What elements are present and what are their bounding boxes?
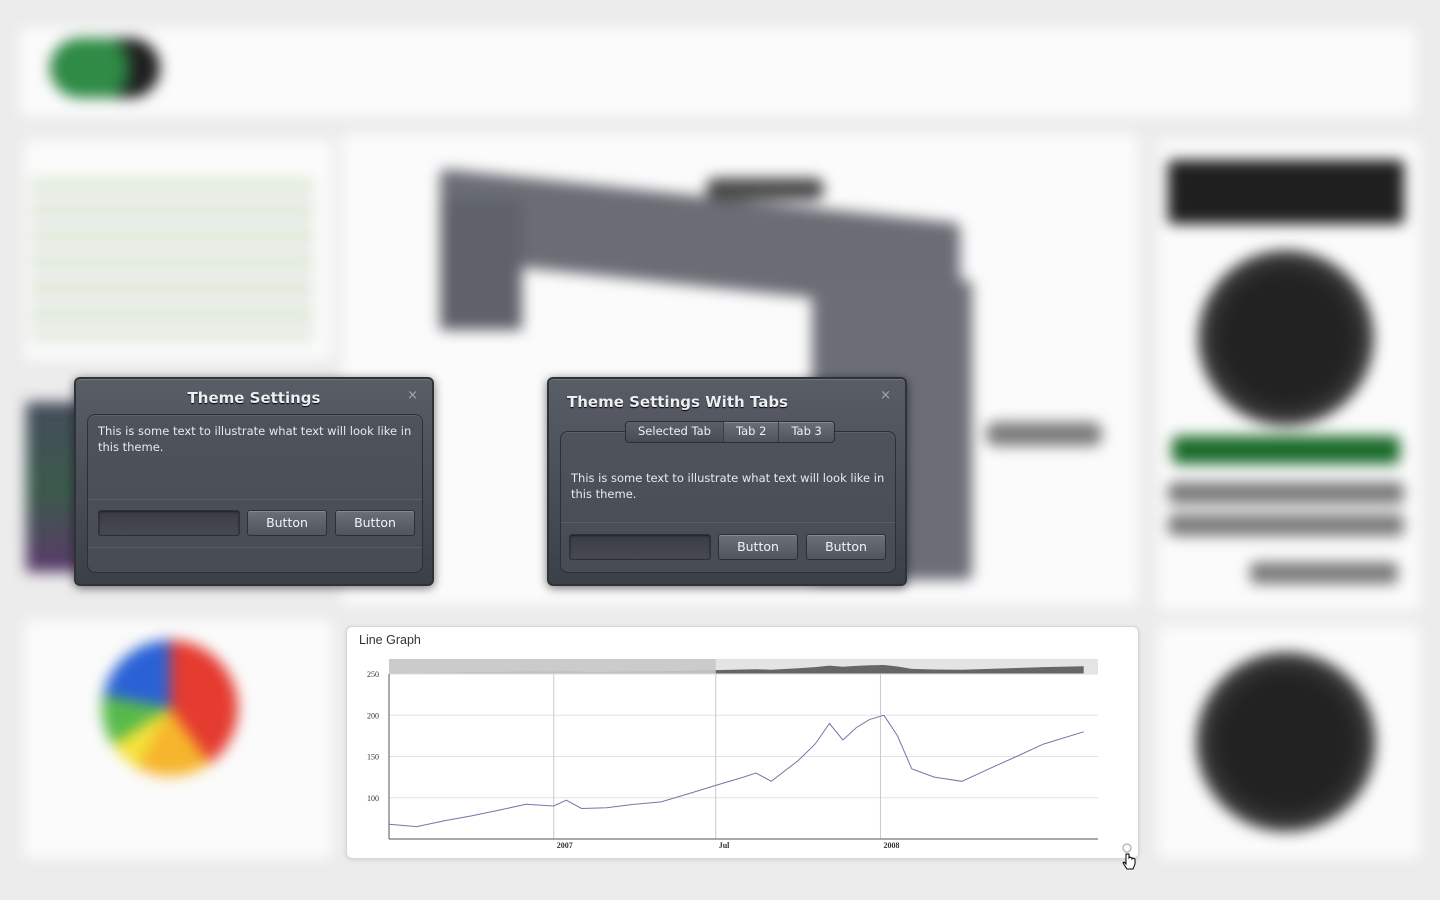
slider-bar xyxy=(1168,482,1404,504)
close-icon[interactable]: × xyxy=(407,388,418,403)
y-tick-label: 250 xyxy=(367,670,379,679)
button-2[interactable]: Button xyxy=(806,534,886,560)
button-1[interactable]: Button xyxy=(247,510,327,536)
header-bar xyxy=(20,28,1416,116)
divider xyxy=(88,499,422,500)
divider xyxy=(88,547,422,548)
map-label xyxy=(986,422,1102,446)
gear-icon xyxy=(1122,843,1132,853)
y-tick-label: 150 xyxy=(367,753,379,762)
dialog-title: Theme Settings xyxy=(187,389,321,407)
dialog-text: This is some text to illustrate what tex… xyxy=(98,424,412,454)
pie-chart xyxy=(102,640,238,776)
dialog-body: This is some text to illustrate what tex… xyxy=(560,431,896,573)
progress-bar xyxy=(1172,436,1400,464)
x-tick-label: 2007 xyxy=(557,841,573,850)
button-1[interactable]: Button xyxy=(718,534,798,560)
divider xyxy=(561,522,895,523)
button-2[interactable]: Button xyxy=(335,510,415,536)
slider-bar xyxy=(1168,514,1404,536)
y-tick-label: 100 xyxy=(367,794,379,803)
gauge xyxy=(1198,250,1374,426)
map-shape xyxy=(440,200,522,330)
dialog-text: This is some text to illustrate what tex… xyxy=(571,471,885,501)
x-tick-label: Jul xyxy=(719,841,730,850)
navigator-selection xyxy=(389,659,716,674)
logo xyxy=(50,38,160,98)
y-tick-label: 200 xyxy=(367,711,379,720)
hand-cursor-icon xyxy=(1122,843,1136,870)
line-graph: 100 150 200 250 2007 Jul 2008 xyxy=(367,659,1098,850)
map-label xyxy=(706,178,824,200)
close-icon[interactable]: × xyxy=(880,388,891,403)
line-graph-card: Line Graph 100 150 200 250 2007 Jul 2008 xyxy=(346,626,1139,859)
text-input[interactable] xyxy=(98,510,240,536)
series-line xyxy=(388,714,1084,828)
dialog-title: Theme Settings With Tabs xyxy=(567,393,788,411)
tab-bar: Selected Tab Tab 2 Tab 3 xyxy=(625,421,835,443)
dialog-body: This is some text to illustrate what tex… xyxy=(87,414,423,573)
tab-2[interactable]: Tab 2 xyxy=(724,422,780,442)
tab-selected[interactable]: Selected Tab xyxy=(626,422,724,442)
theme-settings-dialog: Theme Settings × This is some text to il… xyxy=(74,377,434,586)
theme-settings-tabs-dialog: Theme Settings With Tabs × This is some … xyxy=(547,377,907,586)
tab-3[interactable]: Tab 3 xyxy=(779,422,833,442)
gauge xyxy=(1196,652,1376,832)
x-tick-label: 2008 xyxy=(883,841,899,850)
slider-bar xyxy=(1250,562,1398,584)
video-thumbnail xyxy=(1168,160,1404,224)
text-input[interactable] xyxy=(569,534,711,560)
data-grid xyxy=(30,178,314,342)
